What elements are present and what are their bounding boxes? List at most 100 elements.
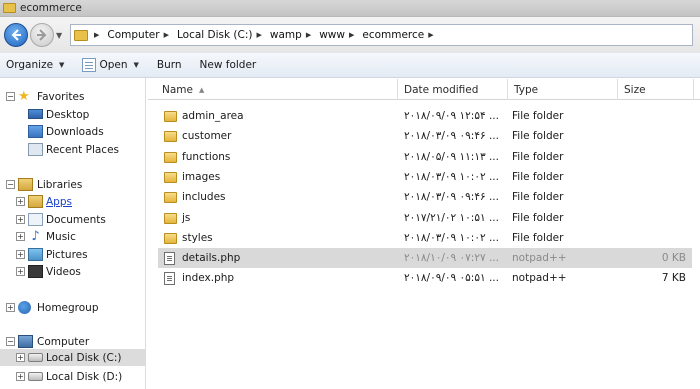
file-type: File folder: [512, 171, 564, 183]
file-icon-cell: [164, 228, 177, 248]
file-icon-cell: [164, 106, 177, 126]
column-header-size[interactable]: Size: [618, 79, 694, 100]
back-button[interactable]: [4, 23, 28, 47]
folder-icon: [164, 212, 177, 224]
breadcrumb-ecommerce[interactable]: ecommerce: [362, 29, 424, 41]
file-row[interactable]: js ۲۰۱۷/۲۱/۰۲ ۱۰:۵۱ ... File folder: [158, 208, 692, 228]
file-icon-cell: [164, 248, 175, 268]
notepad-icon: [82, 58, 97, 72]
file-name: customer: [182, 130, 232, 142]
collapse-icon[interactable]: −: [6, 337, 15, 346]
expand-icon[interactable]: +: [16, 267, 25, 276]
breadcrumb-arrow[interactable]: ▶: [164, 31, 173, 39]
file-row[interactable]: images ۲۰۱۸/۰۳/۰۹ ۱۰:۰۲ ... File folder: [158, 167, 692, 187]
forward-button[interactable]: [30, 23, 54, 47]
nav-local-disk-c[interactable]: + Local Disk (C:): [0, 349, 145, 366]
videos-icon: [28, 265, 43, 278]
file-size: [618, 126, 686, 146]
column-header-type[interactable]: Type: [508, 79, 618, 100]
file-date-modified: ۲۰۱۸/۰۹/۰۹ ۱۲:۵۴ ...: [404, 110, 499, 122]
breadcrumb-wamp[interactable]: wamp: [270, 29, 302, 41]
file-type: notpad++: [512, 252, 567, 264]
expand-icon[interactable]: +: [16, 197, 25, 206]
new-folder-button[interactable]: New folder: [200, 59, 257, 71]
expand-icon[interactable]: +: [16, 372, 25, 381]
breadcrumb-arrow[interactable]: ▶: [306, 31, 315, 39]
folder-icon: [164, 110, 177, 122]
star-icon: ★: [18, 89, 30, 104]
file-date-modified: ۲۰۱۸/۰۳/۰۹ ۰۹:۴۶ ...: [404, 130, 499, 142]
folder-icon: [28, 195, 43, 208]
file-type: File folder: [512, 191, 564, 203]
file-type: File folder: [512, 232, 564, 244]
file-type: File folder: [512, 130, 564, 142]
breadcrumb-computer[interactable]: Computer: [107, 29, 159, 41]
column-header-date[interactable]: Date modified: [398, 79, 508, 100]
column-header-name[interactable]: Name ▲: [148, 79, 398, 100]
sort-ascending-icon: ▲: [198, 85, 205, 94]
file-row[interactable]: details.php ۲۰۱۸/۱۰/۰۹ ۰۷:۲۷ ... notpad++ 0…: [158, 248, 692, 268]
breadcrumb-root-arrow[interactable]: ▶: [94, 31, 103, 39]
breadcrumb-arrow[interactable]: ▶: [257, 31, 266, 39]
file-icon-cell: [164, 147, 177, 167]
file-row[interactable]: index.php ۲۰۱۸/۰۹/۰۹ ۰۵:۵۱ ... notpad++ 7 K…: [158, 268, 692, 288]
music-icon: ♪: [31, 229, 40, 244]
recent-pages-dropdown[interactable]: ▼: [56, 31, 66, 40]
file-date-modified: ۲۰۱۸/۰۳/۰۹ ۱۰:۰۲ ...: [404, 171, 499, 183]
file-row[interactable]: admin_area ۲۰۱۸/۰۹/۰۹ ۱۲:۵۴ ... File folde…: [158, 106, 692, 126]
folder-icon: [164, 191, 177, 203]
libraries-icon: [18, 178, 33, 191]
open-button[interactable]: Open ▼: [82, 58, 139, 72]
collapse-icon[interactable]: −: [6, 92, 15, 101]
chevron-down-icon: ▼: [59, 61, 65, 69]
window-titlebar: ecommerce: [0, 0, 700, 17]
file-name: styles: [182, 232, 213, 244]
file-row[interactable]: functions ۲۰۱۸/۰۵/۰۹ ۱۱:۱۳ ... File folder: [158, 147, 692, 167]
disk-icon: [28, 372, 43, 381]
breadcrumb-arrow[interactable]: ▶: [428, 31, 437, 39]
folder-icon: [3, 3, 16, 13]
file-name: js: [182, 212, 191, 224]
address-bar[interactable]: ▶ Computer ▶ Local Disk (C:) ▶ wamp ▶ ww…: [70, 24, 693, 46]
file-size: [618, 187, 686, 207]
file-row[interactable]: styles ۲۰۱۸/۰۳/۰۹ ۱۰:۰۲ ... File folder: [158, 228, 692, 248]
file-name: admin_area: [182, 110, 244, 122]
file-name: index.php: [182, 272, 235, 284]
file-name: includes: [182, 191, 226, 203]
documents-icon: [28, 213, 43, 226]
column-header-row: Name ▲ Date modified Type Size: [148, 79, 700, 100]
breadcrumb-www[interactable]: www: [319, 29, 345, 41]
disk-icon: [28, 353, 43, 362]
file-size: 0 KB: [661, 252, 686, 264]
organize-button[interactable]: Organize ▼: [6, 59, 64, 71]
computer-icon: [18, 335, 33, 348]
file-row[interactable]: includes ۲۰۱۸/۰۳/۰۹ ۰۹:۴۶ ... File folder: [158, 187, 692, 207]
php-file-icon: [164, 251, 175, 265]
file-type: File folder: [512, 212, 564, 224]
folder-icon: [164, 130, 177, 142]
burn-button[interactable]: Burn: [157, 59, 182, 71]
folder-icon: [164, 232, 177, 244]
expand-icon[interactable]: +: [16, 232, 25, 241]
expand-icon[interactable]: +: [16, 353, 25, 362]
file-name: images: [182, 171, 221, 183]
breadcrumb-local-disk-c[interactable]: Local Disk (C:): [177, 29, 253, 41]
file-type: File folder: [512, 110, 564, 122]
file-date-modified: ۲۰۱۸/۰۳/۰۹ ۱۰:۰۲ ...: [404, 232, 499, 244]
navigation-pane: − ★ Favorites Desktop Downloads Recent P…: [0, 78, 146, 389]
php-file-icon: [164, 271, 175, 285]
file-type: File folder: [512, 151, 564, 163]
file-size: [618, 228, 686, 248]
file-date-modified: ۲۰۱۷/۲۱/۰۲ ۱۰:۵۱ ...: [404, 212, 499, 224]
file-date-modified: ۲۰۱۸/۰۳/۰۹ ۰۹:۴۶ ...: [404, 191, 499, 203]
expand-icon[interactable]: +: [16, 215, 25, 224]
expand-icon[interactable]: +: [16, 250, 25, 259]
chevron-down-icon: ▼: [133, 61, 139, 69]
file-icon-cell: [164, 208, 177, 228]
file-row[interactable]: customer ۲۰۱۸/۰۳/۰۹ ۰۹:۴۶ ... File folder: [158, 126, 692, 146]
expand-icon[interactable]: +: [6, 303, 15, 312]
downloads-icon: [28, 125, 43, 138]
breadcrumb-arrow[interactable]: ▶: [349, 31, 358, 39]
collapse-icon[interactable]: −: [6, 180, 15, 189]
pictures-icon: [28, 248, 43, 261]
